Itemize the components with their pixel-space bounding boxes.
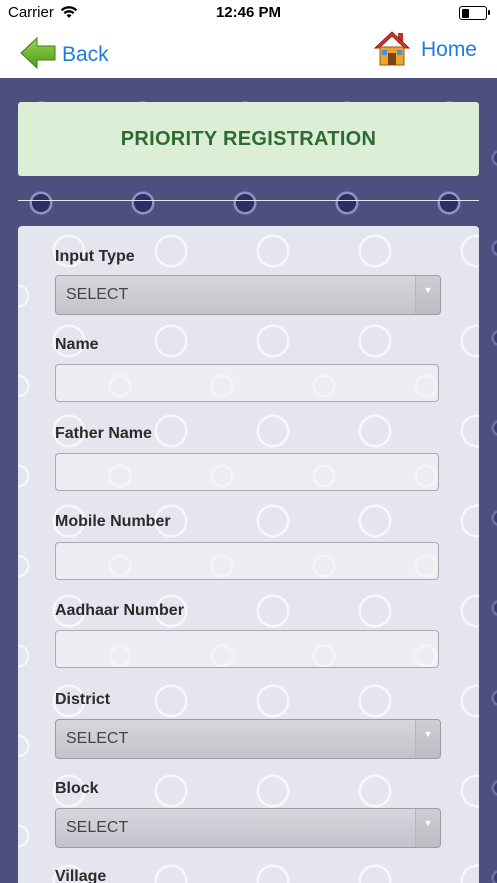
input-type-value: SELECT <box>66 286 129 303</box>
house-icon <box>373 29 411 72</box>
block-value: SELECT <box>66 819 129 836</box>
mobile-number-label: Mobile Number <box>55 513 171 530</box>
page-title-banner: PRIORITY REGISTRATION <box>18 102 479 176</box>
district-select[interactable]: SELECT ▼ <box>55 719 441 759</box>
chevron-down-icon: ▼ <box>415 276 440 314</box>
navigation-bar: Back Home <box>0 26 497 78</box>
mobile-number-input[interactable] <box>55 542 439 580</box>
aadhaar-number-label: Aadhaar Number <box>55 602 184 619</box>
main-content: PRIORITY REGISTRATION Input Type SELECT … <box>0 78 497 883</box>
registration-form: Input Type SELECT ▼ Name Father Name Mob… <box>18 226 479 883</box>
status-bar: Carrier 12:46 PM <box>0 0 497 26</box>
home-label: Home <box>420 38 477 61</box>
chevron-down-icon: ▼ <box>415 720 440 758</box>
father-name-input[interactable] <box>55 453 439 491</box>
name-input[interactable] <box>55 364 439 402</box>
battery-icon <box>459 6 490 20</box>
divider <box>18 200 479 201</box>
chevron-down-icon: ▼ <box>415 809 440 847</box>
input-type-label: Input Type <box>55 248 135 265</box>
name-label: Name <box>55 336 99 353</box>
green-left-arrow-icon <box>20 36 56 75</box>
page-title: PRIORITY REGISTRATION <box>120 127 377 150</box>
aadhaar-number-input[interactable] <box>55 630 439 668</box>
home-button[interactable]: Home <box>373 30 477 68</box>
back-button[interactable]: Back <box>20 36 109 75</box>
block-label: Block <box>55 780 99 797</box>
father-name-label: Father Name <box>55 425 152 442</box>
back-label: Back <box>62 43 109 66</box>
block-select[interactable]: SELECT ▼ <box>55 808 441 848</box>
district-label: District <box>55 691 111 708</box>
district-value: SELECT <box>66 730 129 747</box>
clock-time: 12:46 PM <box>215 4 282 21</box>
village-label: Village <box>55 868 107 883</box>
input-type-select[interactable]: SELECT ▼ <box>55 275 441 315</box>
